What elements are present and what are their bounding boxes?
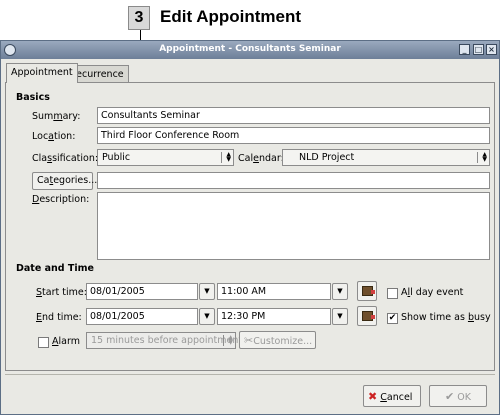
categories-button[interactable]: Categories... [32,172,97,190]
description-field[interactable] [97,192,490,260]
footer-separator [5,374,495,375]
end-timezone-button[interactable] [357,306,377,326]
window-title: Appointment - Consultants Seminar [159,44,341,54]
date-time-heading: Date and Time [16,263,94,274]
cancel-button[interactable]: ✖ Cancel [363,385,421,407]
close-icon[interactable]: × [486,44,497,55]
end-date-dropdown-icon[interactable]: ▼ [199,308,215,325]
alarm-select[interactable]: 15 minutes before appointment ▲ ▼ [86,332,242,349]
calendar-select[interactable]: NLD Project ▲ ▼ [282,149,490,166]
ok-icon: ✔ [445,390,455,403]
categories-field[interactable] [97,172,490,189]
ok-button[interactable]: ✔ OK [429,385,487,407]
appointment-panel: Basics Summary: Consultants Seminar Loca… [5,82,495,371]
customize-button[interactable]: ✂Customize... [239,331,316,349]
start-timezone-button[interactable] [357,281,377,301]
show-busy-checkbox[interactable]: ✔ [387,313,398,324]
cancel-icon: ✖ [368,390,378,403]
classification-select[interactable]: Public ▲ ▼ [97,149,234,166]
basics-heading: Basics [16,92,50,103]
appointment-window: Appointment - Consultants Seminar _ □ × … [0,40,500,415]
calendar-label: Calendar: [238,153,284,164]
summary-field[interactable]: Consultants Seminar [97,107,490,124]
calendar-value: NLD Project [299,152,355,163]
customize-icon: ✂ [244,334,254,347]
start-time-label: Start time: [36,287,87,298]
classification-label: Classification: [32,153,99,164]
all-day-checkbox[interactable] [387,288,398,299]
end-date-field[interactable]: 08/01/2005 [86,308,198,325]
window-titlebar[interactable]: Appointment - Consultants Seminar _ □ × [1,41,499,59]
end-time-field[interactable]: 12:30 PM [217,308,331,325]
location-label: Location: [32,131,76,142]
end-time-label: End time: [36,312,82,323]
callout-number: 3 [128,6,150,30]
description-label: Description: [32,194,90,205]
maximize-icon[interactable]: □ [473,44,484,55]
callout-title: Edit Appointment [160,7,302,26]
classification-value: Public [102,152,131,163]
end-time-dropdown-icon[interactable]: ▼ [332,308,348,325]
combo-arrows-icon: ▲ ▼ [477,152,487,163]
minimize-icon[interactable]: _ [459,44,470,55]
start-time-field[interactable]: 11:00 AM [217,283,331,300]
tab-appointment[interactable]: Appointment [6,63,78,83]
combo-arrows-icon: ▲ ▼ [221,152,231,163]
alarm-checkbox[interactable] [38,337,49,348]
show-busy-label: Show time as busy [401,312,491,323]
start-date-field[interactable]: 08/01/2005 [86,283,198,300]
alarm-value: 15 minutes before appointment [91,335,243,346]
timezone-icon [362,286,375,296]
summary-label: Summary: [32,111,81,122]
all-day-label: All day event [401,287,464,298]
combo-arrows-icon: ▲ ▼ [223,335,233,346]
alarm-label: Alarm [52,336,80,347]
location-field[interactable]: Third Floor Conference Room [97,127,490,144]
start-date-dropdown-icon[interactable]: ▼ [199,283,215,300]
start-time-dropdown-icon[interactable]: ▼ [332,283,348,300]
timezone-icon [362,311,375,321]
